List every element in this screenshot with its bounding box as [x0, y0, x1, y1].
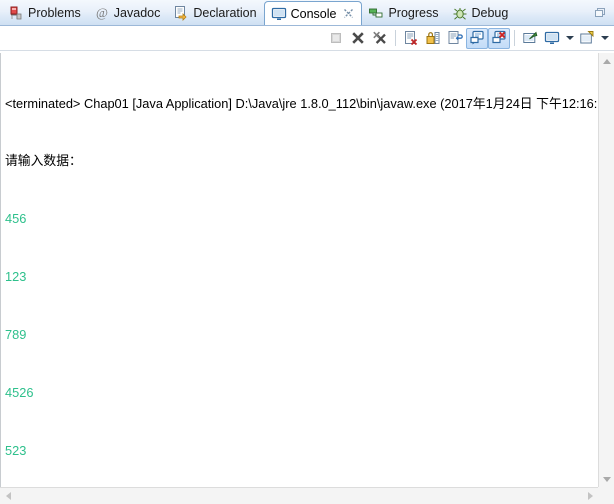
tab-javadoc[interactable]: @ Javadoc	[88, 1, 168, 25]
console-line-input-5: 523	[5, 442, 27, 458]
pin-console-button[interactable]	[519, 28, 541, 49]
console-toolbar	[0, 26, 614, 51]
show-console-stdout-button[interactable]	[466, 27, 488, 49]
tab-label: Problems	[28, 6, 81, 20]
eclipse-console-view: Problems @ Javadoc Declaration Console P…	[0, 0, 614, 504]
open-console-button[interactable]	[576, 28, 598, 49]
clear-console-button[interactable]	[400, 28, 422, 49]
vertical-scrollbar[interactable]	[598, 53, 614, 487]
tab-label: Javadoc	[113, 6, 161, 20]
declaration-icon	[173, 5, 189, 21]
remove-launch-button[interactable]	[347, 28, 369, 49]
scroll-lock-button[interactable]	[422, 28, 444, 49]
tab-declaration[interactable]: Declaration	[167, 1, 263, 25]
horizontal-scrollbar[interactable]	[0, 487, 614, 504]
remove-all-terminated-button[interactable]	[369, 28, 391, 49]
display-selected-console-button[interactable]	[541, 28, 563, 49]
console-area: <terminated> Chap01 [Java Application] D…	[0, 52, 614, 504]
tab-progress[interactable]: Progress	[362, 1, 445, 25]
console-output-text: <terminated> Chap01 [Java Application] D…	[1, 53, 598, 487]
console-line-input-2: 123	[5, 269, 27, 285]
view-tab-bar: Problems @ Javadoc Declaration Console P…	[0, 0, 614, 26]
show-console-stderr-button[interactable]	[488, 27, 510, 49]
toolbar-separator	[514, 30, 515, 46]
javadoc-icon: @	[94, 5, 110, 21]
tab-problems[interactable]: Problems	[2, 1, 88, 25]
svg-text:@: @	[96, 5, 108, 20]
problems-icon	[8, 5, 24, 21]
scrollbar-corner	[598, 487, 614, 504]
toolbar-separator	[395, 30, 396, 46]
terminate-button[interactable]	[325, 28, 347, 49]
console-line-input-3: 789	[5, 327, 27, 343]
chevron-down-icon[interactable]	[598, 28, 611, 49]
tab-debug[interactable]: Debug	[446, 1, 516, 25]
scroll-up-arrow-icon[interactable]	[599, 53, 614, 69]
close-icon[interactable]	[343, 8, 354, 19]
tab-label: Console	[290, 6, 337, 21]
tab-label: Declaration	[193, 6, 257, 20]
console-line-input-1: 456	[5, 211, 27, 227]
console-line-prompt: 请输入数据：	[5, 153, 82, 169]
tab-label: Progress	[388, 6, 439, 20]
tab-label: Debug	[471, 6, 509, 20]
console-line-input-4: 4526	[5, 385, 34, 401]
scroll-right-arrow-icon[interactable]	[582, 488, 598, 504]
console-output-pane[interactable]: <terminated> Chap01 [Java Application] D…	[0, 53, 598, 487]
word-wrap-button[interactable]	[444, 28, 466, 49]
maximize-icon[interactable]	[593, 6, 606, 19]
debug-icon	[452, 5, 468, 21]
chevron-down-icon[interactable]	[563, 28, 576, 49]
progress-icon	[368, 5, 384, 21]
tab-console[interactable]: Console	[263, 1, 363, 25]
console-icon	[271, 6, 287, 22]
console-line-terminated: <terminated> Chap01 [Java Application] D…	[5, 95, 598, 111]
scroll-left-arrow-icon[interactable]	[0, 488, 16, 504]
scroll-down-arrow-icon[interactable]	[599, 471, 614, 487]
